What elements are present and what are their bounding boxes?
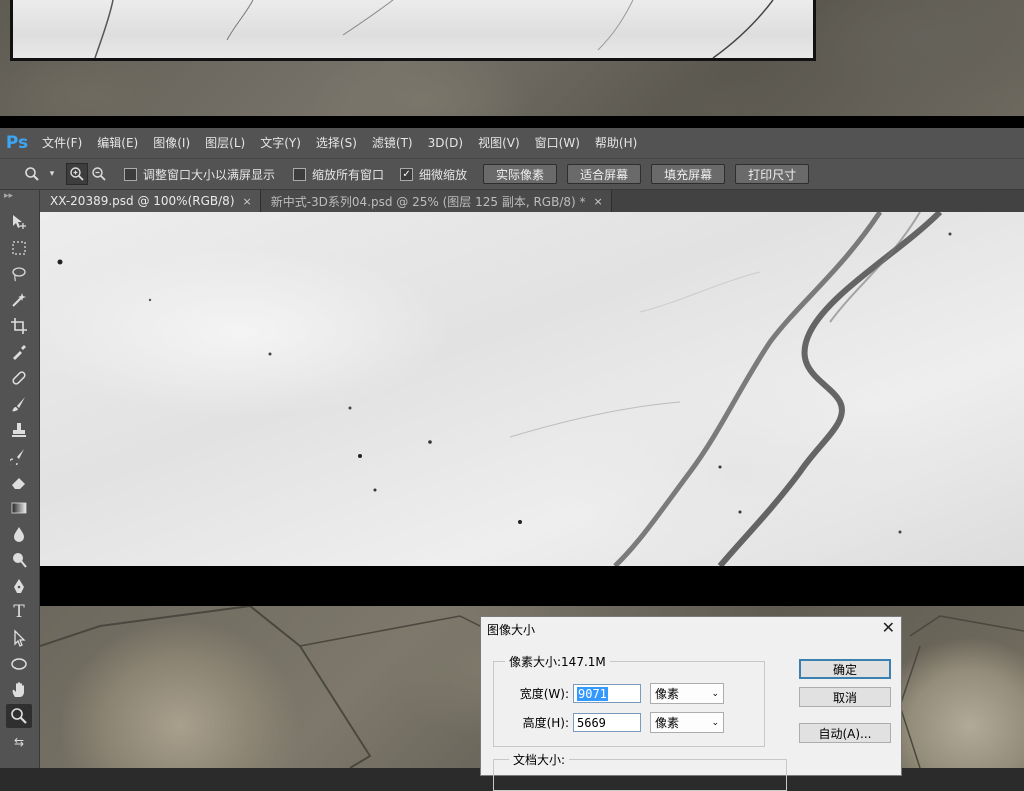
- width-label: 宽度(W):: [519, 687, 569, 701]
- document-size-label: 文档大小:: [509, 751, 570, 768]
- lasso-tool-icon[interactable]: [6, 262, 32, 286]
- pen-tool-icon[interactable]: [6, 574, 32, 598]
- fit-screen-button[interactable]: 适合屏幕: [567, 164, 642, 184]
- height-label: 高度(H):: [522, 716, 569, 730]
- checkbox-label: 细微缩放: [419, 167, 468, 182]
- pixel-dimensions-group: [493, 661, 765, 747]
- menu-type[interactable]: 文字(Y): [252, 128, 308, 158]
- tools-panel: ▸▸ T ⇆: [0, 190, 40, 768]
- marble-texture: [40, 212, 1024, 566]
- checkbox-box[interactable]: [124, 167, 137, 181]
- width-row: 宽度(W): 9071 像素 ⌄: [499, 683, 724, 704]
- menu-layer[interactable]: 图层(L): [197, 128, 252, 158]
- menu-window[interactable]: 窗口(W): [527, 128, 587, 158]
- menu-image[interactable]: 图像(I): [145, 128, 197, 158]
- zoom-tool-preset-icon[interactable]: [18, 166, 46, 182]
- chevron-down-icon: ⌄: [711, 717, 719, 728]
- close-icon[interactable]: ✕: [882, 618, 895, 637]
- checkbox-box-checked[interactable]: ✓: [400, 167, 414, 181]
- healing-brush-icon[interactable]: [6, 366, 32, 390]
- menu-bar: Ps 文件(F) 编辑(E) 图像(I) 图层(L) 文字(Y) 选择(S) 滤…: [0, 128, 1024, 158]
- blur-tool-icon[interactable]: [6, 522, 32, 546]
- image-size-dialog: 图像大小 ✕ 像素大小:147.1M 宽度(W): 9071 像素 ⌄ 高度(H)…: [480, 616, 902, 791]
- ok-button[interactable]: 确定: [799, 659, 891, 679]
- cancel-button[interactable]: 取消: [799, 687, 891, 707]
- move-tool-icon[interactable]: [6, 210, 32, 234]
- menu-edit[interactable]: 编辑(E): [89, 128, 145, 158]
- zoom-all-windows-checkbox[interactable]: 缩放所有窗口: [293, 166, 384, 183]
- menu-3d[interactable]: 3D(D): [420, 128, 470, 158]
- background-image-top: [0, 0, 1024, 128]
- menu-help[interactable]: 帮助(H): [587, 128, 644, 158]
- hand-tool-icon[interactable]: [6, 678, 32, 702]
- gradient-tool-icon[interactable]: [6, 496, 32, 520]
- eraser-icon[interactable]: [6, 470, 32, 494]
- tab-label: XX-20389.psd @ 100%(RGB/8): [50, 194, 235, 208]
- dodge-tool-icon[interactable]: [6, 548, 32, 572]
- panel-grip-icon[interactable]: ▸▸: [0, 190, 40, 202]
- crop-tool-icon[interactable]: [6, 314, 32, 338]
- path-select-icon[interactable]: [6, 626, 32, 650]
- scrubby-zoom-checkbox[interactable]: ✓ 细微缩放: [400, 166, 467, 183]
- zoom-out-icon[interactable]: [88, 163, 110, 185]
- dialog-title: 图像大小: [487, 623, 536, 637]
- zoom-in-icon[interactable]: [66, 163, 88, 185]
- menu-file[interactable]: 文件(F): [34, 128, 89, 158]
- checkbox-label: 调整窗口大小以满屏显示: [143, 167, 276, 182]
- tab-document-2[interactable]: 新中式-3D系列04.psd @ 25% (图层 125 副本, RGB/8) …: [260, 190, 612, 212]
- chevron-down-icon: ⌄: [711, 688, 719, 699]
- pixel-size-label: 像素大小:147.1M: [505, 653, 610, 670]
- checkbox-label: 缩放所有窗口: [312, 167, 385, 182]
- type-tool-icon[interactable]: T: [6, 600, 32, 624]
- width-unit-select[interactable]: 像素 ⌄: [650, 683, 724, 704]
- close-icon[interactable]: ×: [594, 195, 603, 208]
- brush-tool-icon[interactable]: [6, 392, 32, 416]
- history-brush-icon[interactable]: [6, 444, 32, 468]
- tab-label: 新中式-3D系列04.psd @ 25% (图层 125 副本, RGB/8) …: [270, 194, 586, 209]
- ps-logo: Ps: [5, 133, 29, 153]
- auto-button[interactable]: 自动(A)...: [799, 723, 891, 743]
- magic-wand-icon[interactable]: [6, 288, 32, 312]
- zoom-tool-icon[interactable]: [6, 704, 32, 728]
- width-field[interactable]: 9071: [573, 684, 641, 703]
- menu-select[interactable]: 选择(S): [308, 128, 364, 158]
- preset-dropdown-icon[interactable]: ▾: [46, 169, 58, 179]
- swap-colors-icon[interactable]: ⇆: [6, 730, 32, 754]
- actual-pixels-button[interactable]: 实际像素: [483, 164, 558, 184]
- print-size-button[interactable]: 打印尺寸: [735, 164, 810, 184]
- height-row: 高度(H): 5669 像素 ⌄: [499, 712, 724, 733]
- tab-document-1[interactable]: XX-20389.psd @ 100%(RGB/8) ×: [40, 190, 261, 212]
- checkbox-box[interactable]: [293, 167, 307, 181]
- fill-screen-button[interactable]: 填充屏幕: [651, 164, 726, 184]
- options-bar: ▾ 调整窗口大小以满屏显示 缩放所有窗口 ✓ 细微缩放 实际像素 适合屏幕 填充…: [0, 158, 1024, 190]
- document-tabs: XX-20389.psd @ 100%(RGB/8) × 新中式-3D系列04.…: [40, 190, 1024, 212]
- eyedropper-icon[interactable]: [6, 340, 32, 364]
- marble-preview-top: [10, 0, 816, 61]
- height-unit-select[interactable]: 像素 ⌄: [650, 712, 724, 733]
- ellipse-tool-icon[interactable]: [6, 652, 32, 676]
- clone-stamp-icon[interactable]: [6, 418, 32, 442]
- resize-windows-checkbox[interactable]: 调整窗口大小以满屏显示: [124, 166, 275, 183]
- menu-view[interactable]: 视图(V): [470, 128, 527, 158]
- menu-filter[interactable]: 滤镜(T): [364, 128, 420, 158]
- close-icon[interactable]: ×: [243, 195, 252, 208]
- height-field[interactable]: 5669: [573, 713, 641, 732]
- marquee-tool-icon[interactable]: [6, 236, 32, 260]
